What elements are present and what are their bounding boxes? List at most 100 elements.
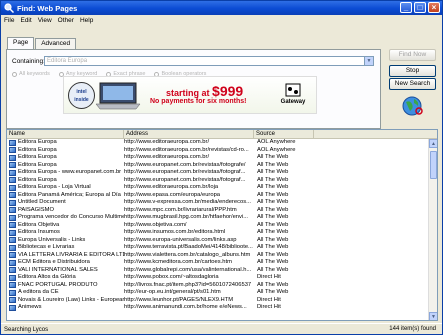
table-row[interactable]: Editora Insumos http://www.insumos.com.br… <box>7 229 437 237</box>
page-icon <box>9 192 16 199</box>
table-row[interactable]: Editora Panamá América; Europa al Día htt… <box>7 192 437 200</box>
cell-name: Novais & Loureiro (Law) Links - European… <box>7 297 124 305</box>
cell-address: http://www.mpc.com.br/livrariarural/PPP.… <box>124 206 237 213</box>
cell-name: A editora da CE <box>7 289 124 297</box>
radio-label: All keywords <box>19 71 50 77</box>
cell-source: All The Web <box>257 281 289 288</box>
cell-source: All The Web <box>257 229 289 235</box>
cell-source: AOL Anywhere <box>257 146 296 153</box>
result-name: Editora Europa <box>18 146 57 153</box>
cell-name: Editora Europa - www.europanet.com.br <box>7 169 124 177</box>
ad-price: starting at $999 <box>166 83 243 99</box>
radio-all-keywords[interactable]: All keywords <box>12 71 50 77</box>
cell-name: Bibliotecas e Livrarias <box>7 244 124 252</box>
cell-source: All The Web <box>257 161 289 168</box>
containing-input[interactable]: Editora Europa ▼ <box>44 56 374 66</box>
scroll-thumb[interactable] <box>430 151 437 179</box>
table-row[interactable]: Untitled Document http://www.v-expressa.c… <box>7 199 437 207</box>
cell-name: Editora Europa <box>7 147 124 155</box>
vertical-scrollbar[interactable]: ▲ ▼ <box>428 139 437 320</box>
tab-page[interactable]: Page <box>7 37 35 49</box>
cell-source: All The Web <box>257 191 289 198</box>
table-row[interactable]: VALI INTERNATIONAL SALES http://www.globa… <box>7 267 437 275</box>
result-name: Animews <box>18 304 42 310</box>
column-header-source[interactable]: Source <box>254 130 314 138</box>
close-button[interactable]: × <box>428 2 440 13</box>
table-row[interactable]: Editora Europa http://www.editoraeuropa.c… <box>7 139 437 147</box>
tab-advanced[interactable]: Advanced <box>35 38 77 49</box>
page-icon <box>9 139 16 146</box>
table-row[interactable]: Novais & Loureiro (Law) Links - European… <box>7 297 437 305</box>
tab-strip: Page Advanced <box>7 37 77 49</box>
menu-view[interactable]: View <box>38 17 52 24</box>
cell-source: AOL Anywhere <box>257 139 296 145</box>
column-header-address[interactable]: Address <box>124 130 254 138</box>
ad-brand: Gateway <box>280 99 306 105</box>
title-bar[interactable]: Find: Web Pages _ □ × <box>1 1 442 15</box>
menu-bar: File Edit View Other Help <box>1 15 442 25</box>
menu-edit[interactable]: Edit <box>20 17 31 24</box>
table-row[interactable]: FNAC PORTUGAL PRODUTO http://livros.fnac.… <box>7 282 437 290</box>
cell-source: All The Web <box>257 259 289 265</box>
page-icon <box>9 237 16 244</box>
page-icon <box>9 222 16 229</box>
find-now-button[interactable]: Find Now <box>389 49 436 61</box>
cell-address: http://www.globalrepi.com/usa/valinterna… <box>124 266 252 273</box>
table-row[interactable]: Editora Objetiva http://www.objetiva.com/… <box>7 222 437 230</box>
table-row[interactable]: Editora Europa - www.europanet.com.br htt… <box>7 169 437 177</box>
cell-address: http://www.europanet.com.br/revistas/fot… <box>124 176 246 183</box>
ad-banner[interactable]: intel inside starting at $999 No payment… <box>63 76 317 114</box>
cell-name: Editora Europa <box>7 162 124 170</box>
page-icon <box>9 282 16 289</box>
table-row[interactable]: Editora Europa http://www.editoraeuropa.c… <box>7 154 437 162</box>
results-list[interactable]: Name Address Source Editora Europa http:/… <box>6 129 438 321</box>
cell-address: http://eur-op.eu.int/general/pt/s01.htm <box>124 289 221 295</box>
cell-source: All The Web <box>257 199 289 205</box>
result-name: Editora Europa <box>18 176 57 183</box>
cell-name: Editora Europa - Loja Virtual <box>7 184 124 192</box>
new-search-button[interactable]: New Search <box>389 78 436 90</box>
table-row[interactable]: VIA LETTERA LIVRARIA E EDITORA LTDA http:… <box>7 252 437 260</box>
cell-name: Programa vencedor do Concurso Multime... <box>7 214 124 222</box>
table-row[interactable]: PAISAGISMO http://www.mpc.com.br/livraria… <box>7 207 437 215</box>
intel-logo: intel inside <box>68 82 95 109</box>
table-row[interactable]: Animews http://www.animanundi.com.br/home… <box>7 304 437 312</box>
maximize-button[interactable]: □ <box>414 2 426 13</box>
stop-button[interactable]: Stop <box>389 65 436 77</box>
menu-help[interactable]: Help <box>80 17 93 24</box>
table-row[interactable]: A editora da CE http://eur-op.eu.int/gene… <box>7 289 437 297</box>
cell-address: http://www.editoraeuropa.com.br/ <box>124 154 210 160</box>
table-row[interactable]: Editora Europa http://www.editoraeuropa.c… <box>7 147 437 155</box>
table-row[interactable]: Editora Europa http://www.europanet.com.b… <box>7 162 437 170</box>
menu-other[interactable]: Other <box>58 17 74 24</box>
menu-file[interactable]: File <box>4 17 14 24</box>
table-row[interactable]: Editora Altos da Glória http://www.pobox.… <box>7 274 437 282</box>
cell-name: Editora Europa <box>7 154 124 162</box>
minimize-button[interactable]: _ <box>400 2 412 13</box>
table-row[interactable]: ECM Editora e Distribuidora http://www.kc… <box>7 259 437 267</box>
result-name: Editora Objetiva <box>18 221 60 228</box>
page-icon <box>9 162 16 169</box>
table-row[interactable]: Editora Europa - Loja Virtual http://www.… <box>7 184 437 192</box>
table-row[interactable]: Editora Europa http://www.europanet.com.b… <box>7 177 437 185</box>
cell-address: http://www.europanet.com.br/revistas/fot… <box>124 161 246 168</box>
scroll-up-icon[interactable]: ▲ <box>429 139 437 148</box>
cell-name: Editora Europa <box>7 177 124 185</box>
cell-source: All The Web <box>257 176 289 183</box>
search-panel: Containing: Editora Europa ▼ All keyword… <box>6 49 381 129</box>
cell-name: PAISAGISMO <box>7 207 124 215</box>
result-name: Europa Universalis - Links <box>18 236 86 243</box>
table-row[interactable]: Bibliotecas e Livrarias http://www.terrav… <box>7 244 437 252</box>
cell-source: All The Web <box>257 236 289 243</box>
table-row[interactable]: Europa Universalis - Links http://www.eur… <box>7 237 437 245</box>
page-icon <box>9 169 16 176</box>
column-header-name[interactable]: Name <box>7 130 124 138</box>
cell-name: Animews <box>7 304 124 312</box>
find-window: Find: Web Pages _ □ × File Edit View Oth… <box>0 0 443 335</box>
chevron-down-icon[interactable]: ▼ <box>364 57 373 65</box>
result-name: VIA LETTERA LIVRARIA E EDITORA LTDA <box>18 251 124 258</box>
cell-address: http://www.insumos.com.br/editora.html <box>124 229 226 235</box>
scroll-down-icon[interactable]: ▼ <box>429 312 437 320</box>
cell-address: http://www.editoraeuropa.com.br/loja <box>124 184 219 190</box>
table-row[interactable]: Programa vencedor do Concurso Multime...… <box>7 214 437 222</box>
